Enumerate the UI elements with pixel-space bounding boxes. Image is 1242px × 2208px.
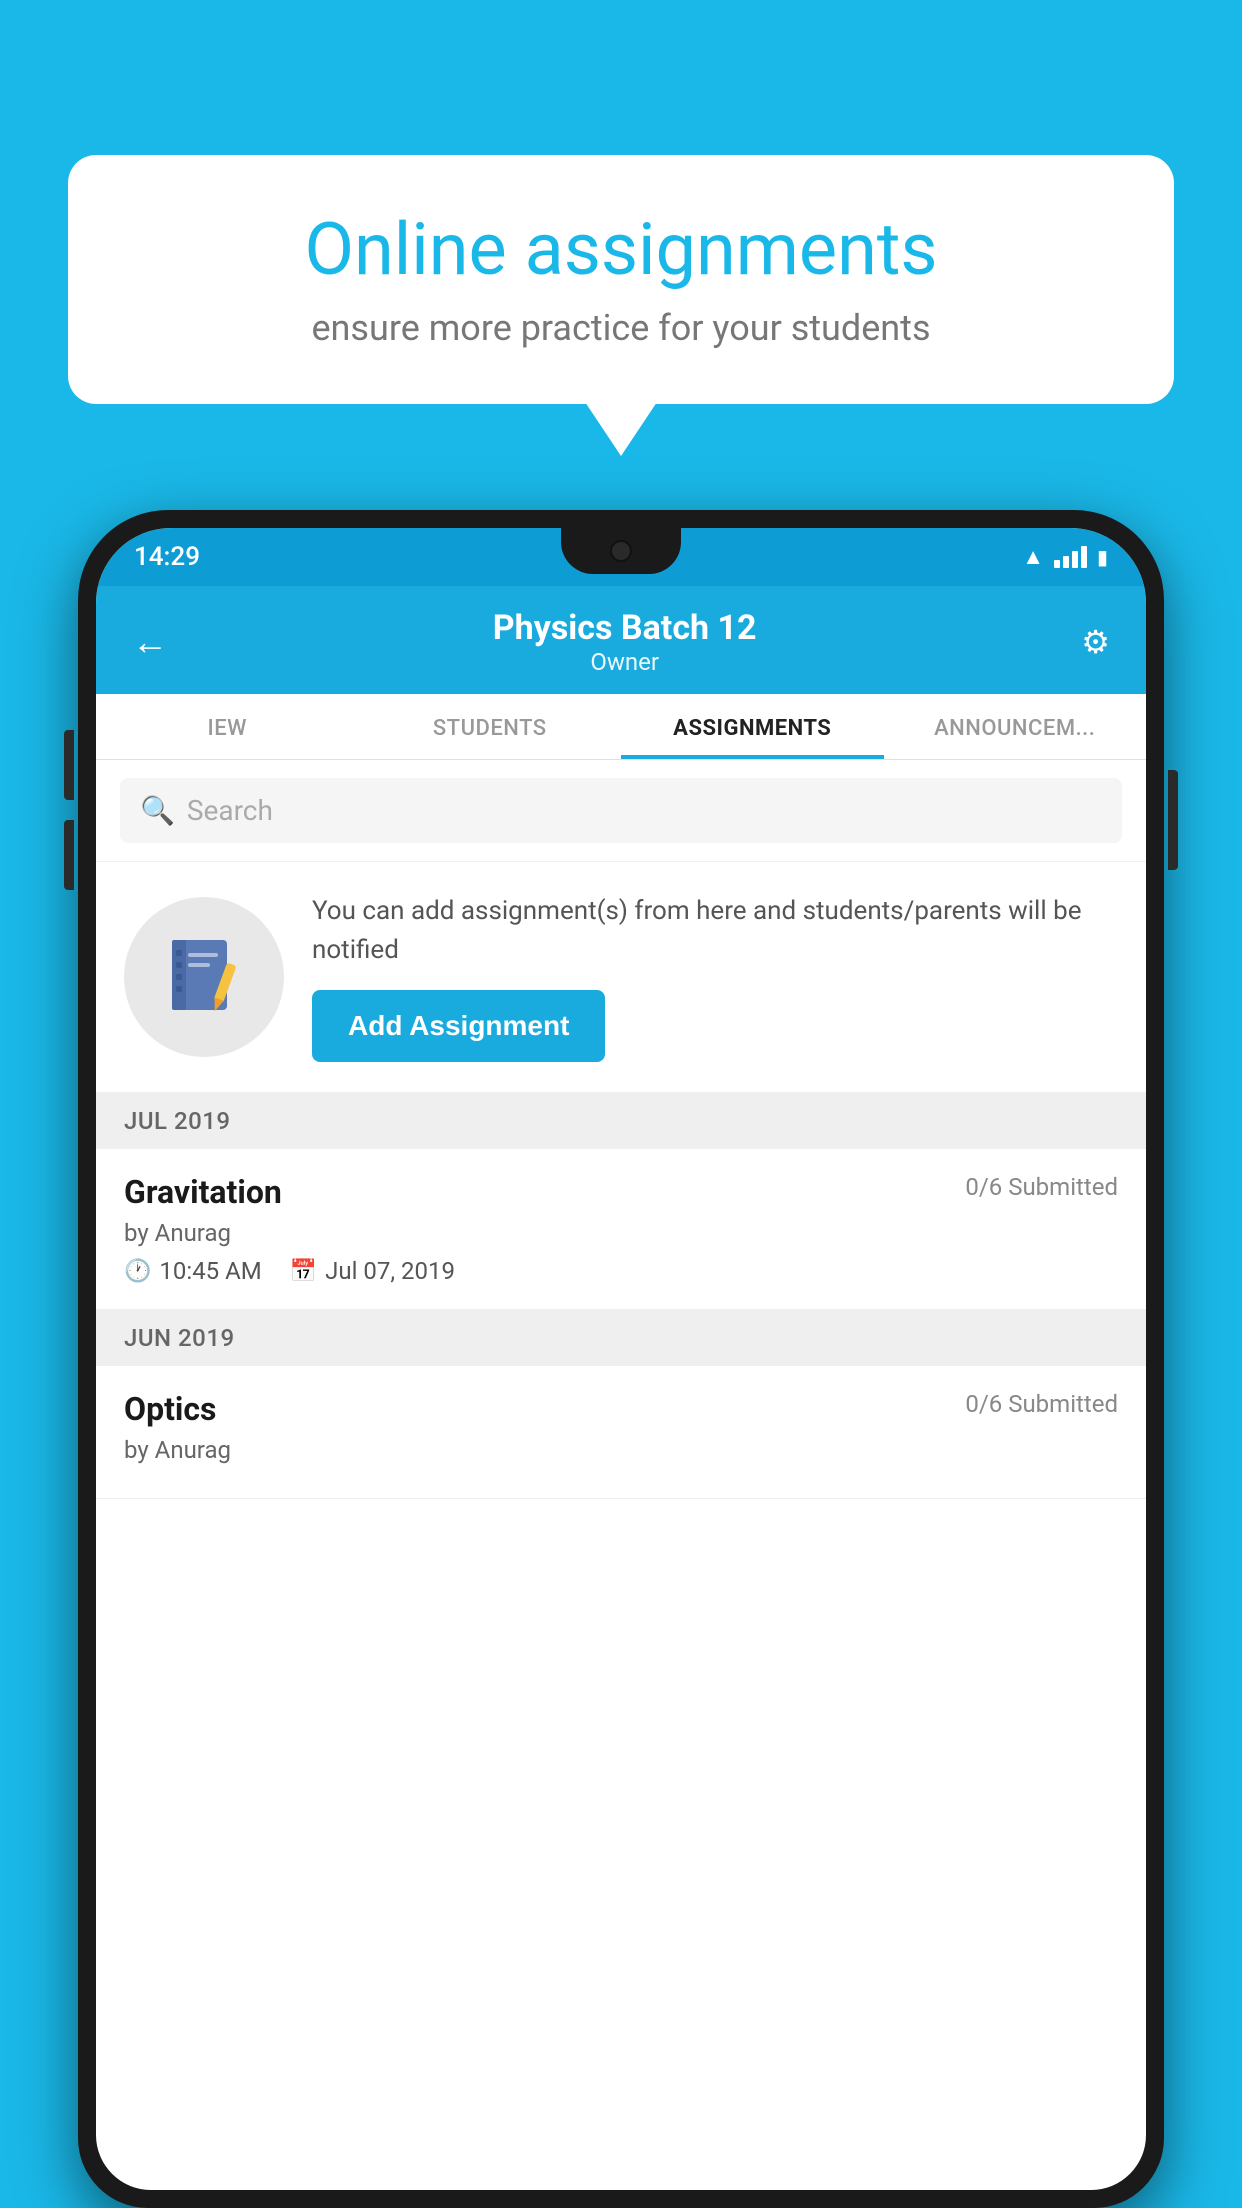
tab-students[interactable]: STUDENTS bbox=[359, 694, 622, 759]
phone-screen: 14:29 ▲ ▮ ← Ph bbox=[96, 528, 1146, 2190]
promo-text: You can add assignment(s) from here and … bbox=[312, 892, 1118, 970]
back-button[interactable]: ← bbox=[132, 621, 168, 663]
tabs-bar: IEW STUDENTS ASSIGNMENTS ANNOUNCEM... bbox=[96, 694, 1146, 760]
notch bbox=[561, 528, 681, 574]
notebook-icon bbox=[162, 935, 247, 1020]
search-container: 🔍 Search bbox=[96, 760, 1146, 862]
add-assignment-button[interactable]: Add Assignment bbox=[312, 990, 605, 1062]
volume-up-button bbox=[64, 730, 74, 800]
status-time: 14:29 bbox=[134, 542, 200, 572]
speech-bubble-title: Online assignments bbox=[128, 210, 1114, 289]
wifi-icon: ▲ bbox=[1022, 544, 1044, 570]
tab-iew[interactable]: IEW bbox=[96, 694, 359, 759]
assignment-name-optics: Optics bbox=[124, 1390, 216, 1428]
signal-icon bbox=[1054, 546, 1087, 568]
tab-announcements[interactable]: ANNOUNCEM... bbox=[884, 694, 1147, 759]
assignment-time: 🕐 10:45 AM bbox=[124, 1257, 262, 1285]
assignment-by: by Anurag bbox=[124, 1219, 1118, 1247]
assignment-row1-optics: Optics 0/6 Submitted bbox=[124, 1390, 1118, 1428]
promo-section: You can add assignment(s) from here and … bbox=[96, 862, 1146, 1093]
tab-assignments[interactable]: ASSIGNMENTS bbox=[621, 694, 884, 759]
speech-bubble: Online assignments ensure more practice … bbox=[68, 155, 1174, 404]
search-icon: 🔍 bbox=[140, 794, 175, 827]
assignment-item-optics[interactable]: Optics 0/6 Submitted by Anurag bbox=[96, 1366, 1146, 1499]
promo-icon-circle bbox=[124, 897, 284, 1057]
phone-frame: 14:29 ▲ ▮ ← Ph bbox=[78, 510, 1164, 2208]
assignment-by-optics: by Anurag bbox=[124, 1436, 1118, 1464]
clock-icon: 🕐 bbox=[124, 1259, 151, 1284]
search-input[interactable]: Search bbox=[187, 794, 273, 827]
status-bar: 14:29 ▲ ▮ bbox=[96, 528, 1146, 586]
assignment-date: 📅 Jul 07, 2019 bbox=[290, 1257, 455, 1285]
promo-content: You can add assignment(s) from here and … bbox=[312, 892, 1118, 1062]
month-separator-jun: JUN 2019 bbox=[96, 1310, 1146, 1366]
assignment-item-gravitation[interactable]: Gravitation 0/6 Submitted by Anurag 🕐 10… bbox=[96, 1149, 1146, 1310]
camera bbox=[610, 540, 632, 562]
header-title: Physics Batch 12 bbox=[493, 608, 757, 648]
settings-icon[interactable]: ⚙ bbox=[1081, 623, 1110, 661]
header-subtitle: Owner bbox=[493, 648, 757, 676]
month-separator-jul: JUL 2019 bbox=[96, 1093, 1146, 1149]
header-center: Physics Batch 12 Owner bbox=[493, 608, 757, 676]
assignment-row1: Gravitation 0/6 Submitted bbox=[124, 1173, 1118, 1211]
battery-icon: ▮ bbox=[1097, 545, 1108, 569]
app-header: ← Physics Batch 12 Owner ⚙ bbox=[96, 586, 1146, 694]
assignment-submitted: 0/6 Submitted bbox=[965, 1173, 1118, 1201]
assignment-name: Gravitation bbox=[124, 1173, 282, 1211]
status-icons: ▲ ▮ bbox=[1022, 544, 1108, 570]
assignment-meta: 🕐 10:45 AM 📅 Jul 07, 2019 bbox=[124, 1257, 1118, 1285]
speech-bubble-container: Online assignments ensure more practice … bbox=[68, 155, 1174, 404]
power-button bbox=[1168, 770, 1178, 870]
speech-bubble-subtitle: ensure more practice for your students bbox=[128, 307, 1114, 349]
calendar-icon: 📅 bbox=[290, 1259, 317, 1284]
assignment-submitted-optics: 0/6 Submitted bbox=[965, 1390, 1118, 1418]
search-input-wrapper[interactable]: 🔍 Search bbox=[120, 778, 1122, 843]
volume-down-button bbox=[64, 820, 74, 890]
